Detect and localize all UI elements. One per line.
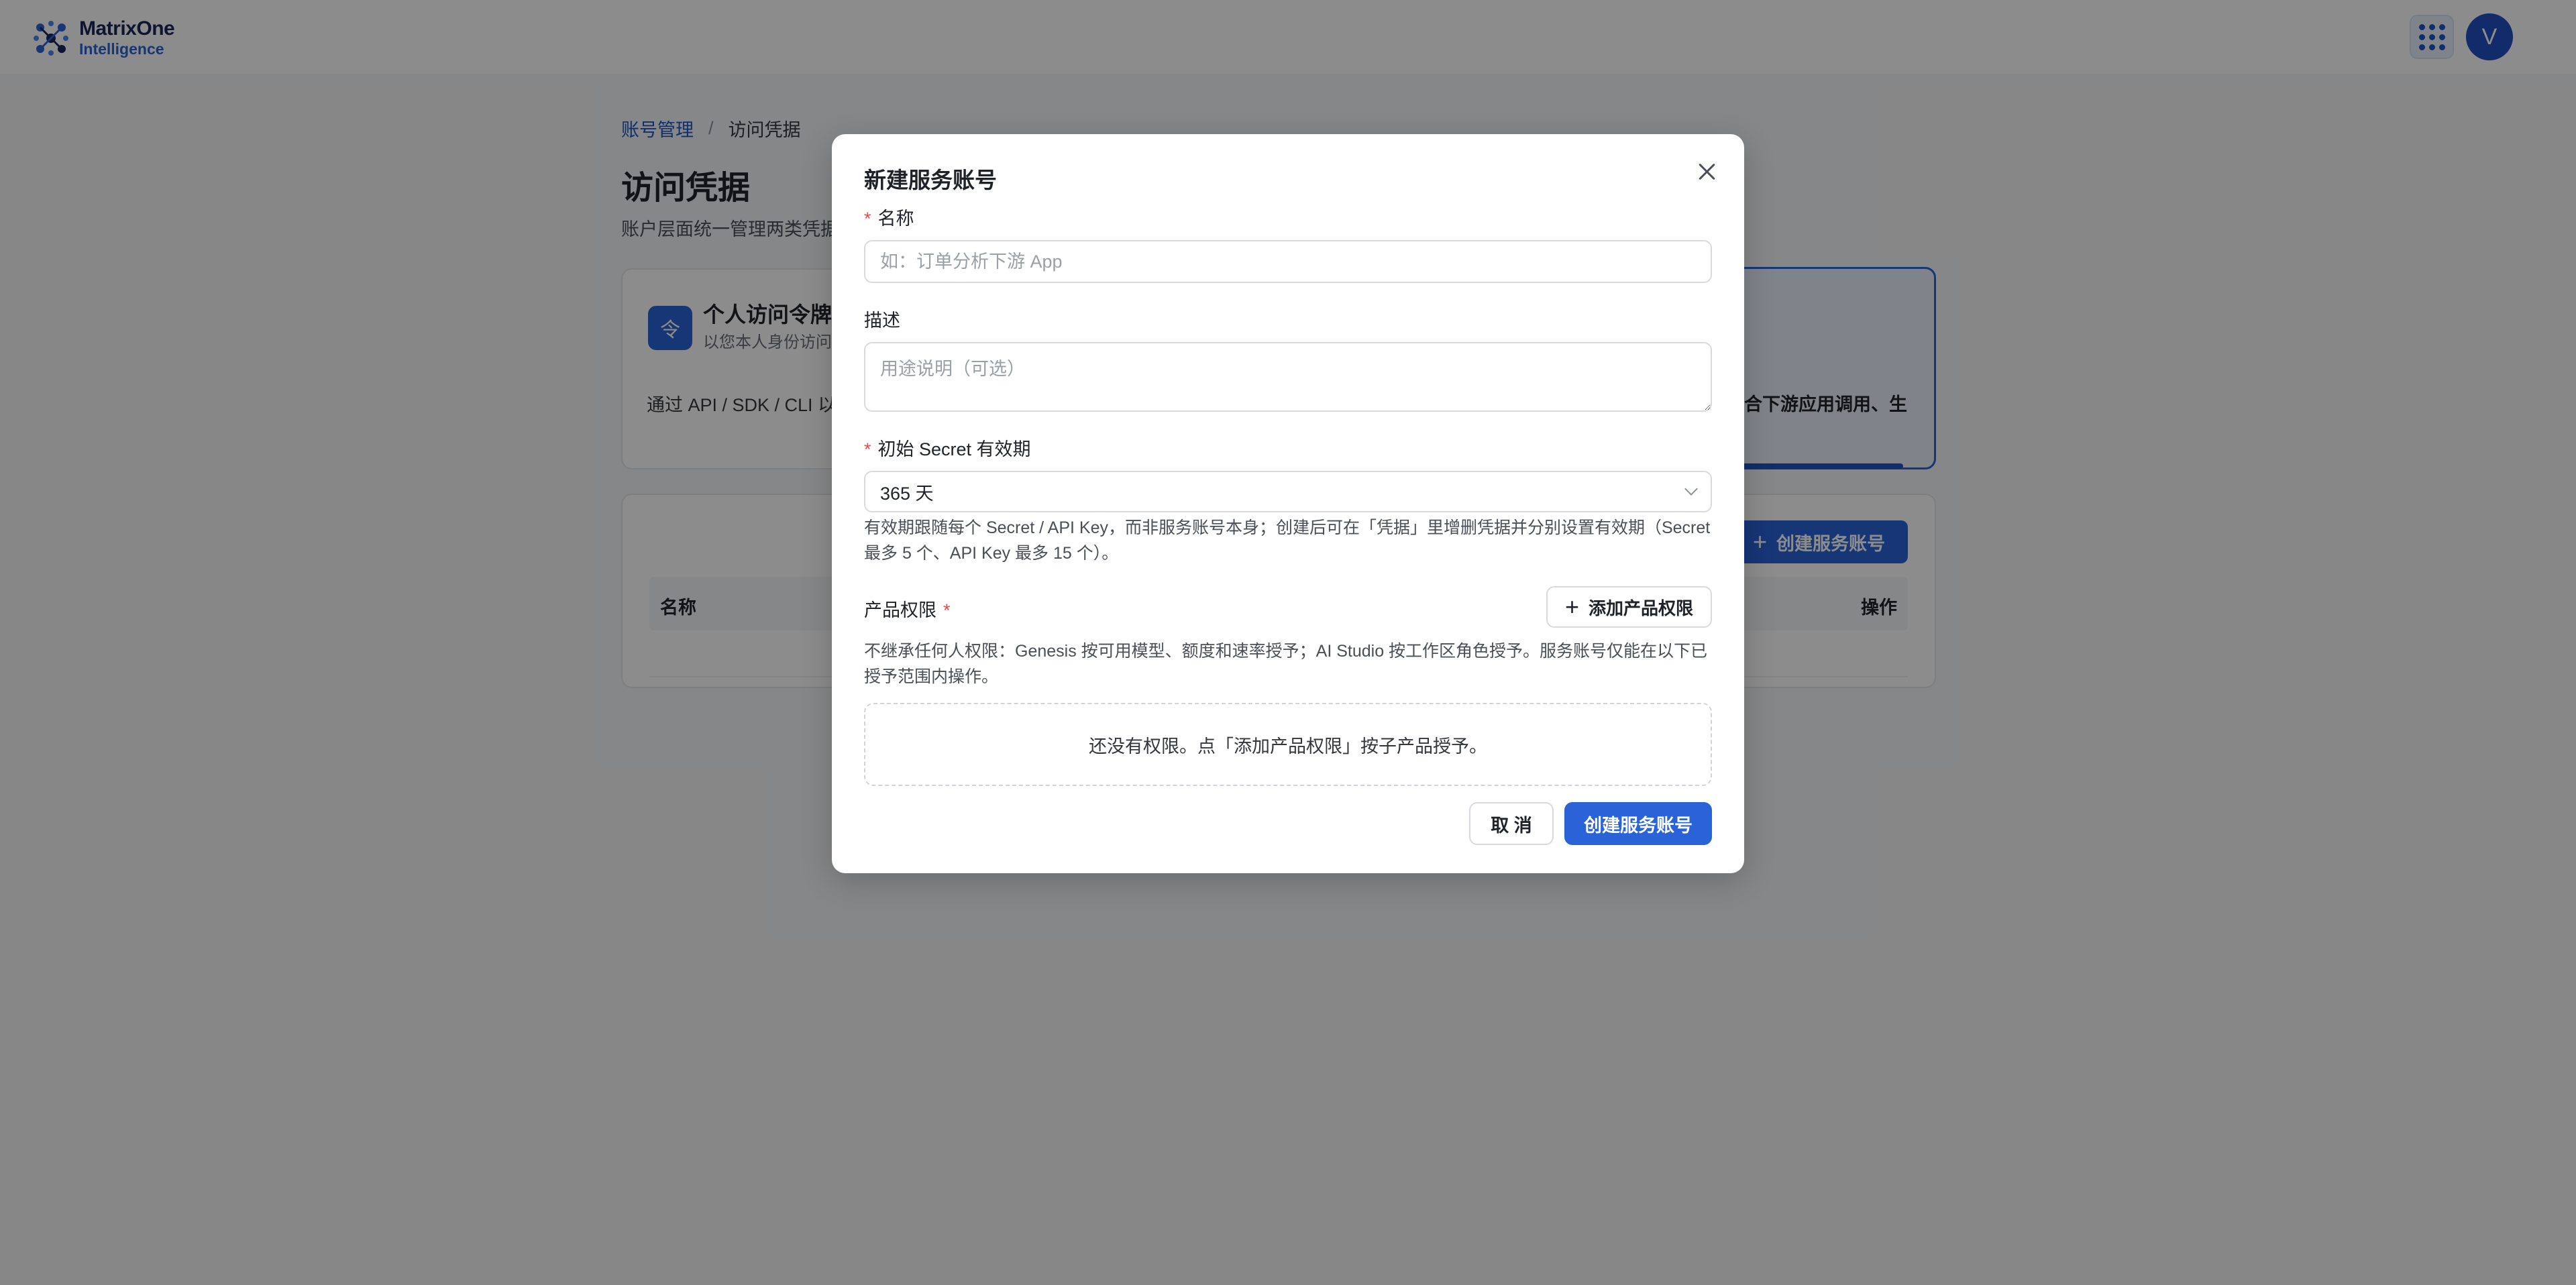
secret-expiry-value: 365 天	[880, 483, 934, 504]
secret-expiry-hint: 有效期跟随每个 Secret / API Key，而非服务账号本身；创建后可在「…	[864, 518, 1711, 563]
required-asterisk: *	[864, 439, 871, 459]
add-product-permission-label: 添加产品权限	[1588, 598, 1693, 618]
add-product-permission-button[interactable]: + 添加产品权限	[1546, 586, 1712, 628]
name-label-text: 名称	[877, 209, 914, 229]
required-asterisk: *	[943, 600, 951, 620]
secret-expiry-label-text: 初始 Secret 有效期	[877, 439, 1031, 459]
description-textarea[interactable]	[864, 342, 1712, 412]
permission-empty-text: 还没有权限。点「添加产品权限」按子产品授予。	[1089, 736, 1487, 757]
name-label: * 名称	[864, 204, 914, 230]
product-permission-label: 产品权限 *	[864, 596, 951, 622]
dialog-title: 新建服务账号	[864, 168, 997, 192]
description-label: 描述	[864, 311, 900, 331]
plus-icon: +	[1564, 593, 1579, 620]
required-asterisk: *	[864, 209, 871, 229]
create-service-account-submit-button[interactable]: 创建服务账号	[1564, 802, 1712, 845]
permission-empty-state: 还没有权限。点「添加产品权限」按子产品授予。	[864, 703, 1712, 786]
create-service-account-dialog: 新建服务账号 * 名称 描述 * 初始 Secret 有效期 365 天 有效期跟随…	[832, 134, 1744, 873]
chevron-down-icon	[1684, 482, 1698, 496]
cancel-button[interactable]: 取 消	[1469, 802, 1554, 845]
close-icon[interactable]	[1693, 158, 1720, 185]
name-input[interactable]	[864, 240, 1712, 283]
secret-expiry-label: * 初始 Secret 有效期	[864, 435, 1031, 461]
secret-expiry-select[interactable]: 365 天	[864, 471, 1712, 512]
product-permission-label-text: 产品权限	[864, 600, 936, 620]
product-permission-hint: 不继承任何人权限：Genesis 按可用模型、额度和速率授予；AI Studio…	[864, 642, 1708, 686]
